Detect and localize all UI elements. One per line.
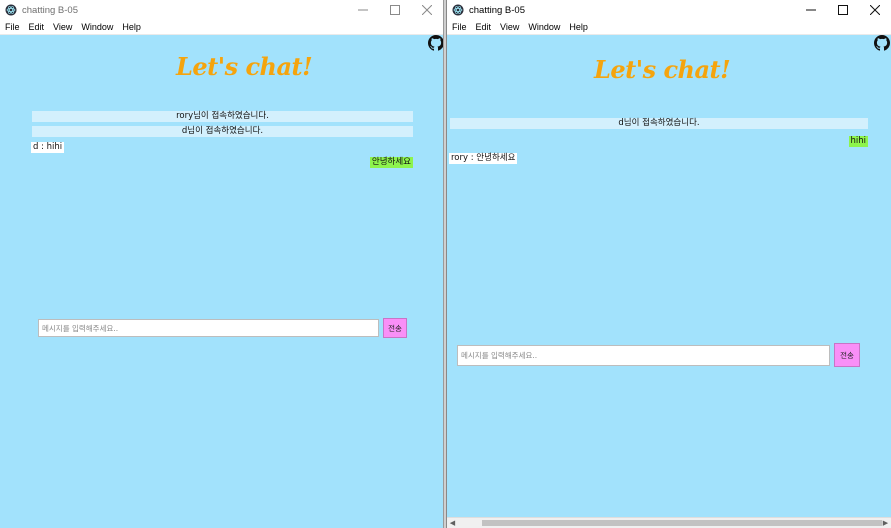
scroll-left-icon[interactable]: ◀ bbox=[447, 518, 458, 528]
maximize-button[interactable] bbox=[827, 0, 859, 20]
minimize-button[interactable] bbox=[795, 0, 827, 20]
minimize-icon bbox=[806, 9, 816, 11]
menu-window[interactable]: Window bbox=[81, 22, 113, 32]
logo-text: Let's chat! bbox=[176, 52, 313, 81]
menu-bar: File Edit View Window Help bbox=[0, 20, 443, 35]
notice-message: d님이 접속하였습니다. bbox=[450, 118, 868, 129]
close-button[interactable] bbox=[411, 0, 443, 20]
maximize-icon bbox=[838, 5, 848, 15]
minimize-icon bbox=[358, 9, 368, 11]
message-input[interactable] bbox=[38, 319, 379, 337]
send-button[interactable]: 전송 bbox=[383, 318, 407, 338]
horizontal-scrollbar[interactable]: ◀ ▶ bbox=[447, 517, 891, 528]
outgoing-message: 안녕하세요 bbox=[369, 157, 413, 168]
close-button[interactable] bbox=[859, 0, 891, 20]
logo-text: Let's chat! bbox=[594, 55, 731, 84]
menu-edit[interactable]: Edit bbox=[29, 22, 45, 32]
menu-help[interactable]: Help bbox=[122, 22, 141, 32]
incoming-message: rory : 안녕하세요 bbox=[449, 153, 518, 164]
menu-edit[interactable]: Edit bbox=[476, 22, 492, 32]
outgoing-message: hihi bbox=[848, 136, 868, 147]
chat-window-left: chatting B-05 File Edit View Window Help… bbox=[0, 0, 444, 528]
app-icon bbox=[5, 4, 17, 16]
title-bar[interactable]: chatting B-05 bbox=[447, 0, 891, 20]
minimize-button[interactable] bbox=[347, 0, 379, 20]
menu-bar: File Edit View Window Help bbox=[447, 20, 891, 35]
close-icon bbox=[870, 5, 880, 15]
github-icon[interactable] bbox=[428, 35, 444, 51]
notice-message: rory님이 접속하였습니다. bbox=[32, 111, 413, 122]
window-title: chatting B-05 bbox=[469, 4, 525, 16]
chat-window-right: chatting B-05 File Edit View Window Help… bbox=[446, 0, 891, 528]
title-bar[interactable]: chatting B-05 bbox=[0, 0, 443, 20]
notice-message: d님이 접속하였습니다. bbox=[32, 126, 413, 137]
send-button[interactable]: 전송 bbox=[834, 343, 860, 367]
message-input[interactable] bbox=[457, 345, 830, 366]
github-icon[interactable] bbox=[874, 35, 890, 51]
menu-view[interactable]: View bbox=[53, 22, 72, 32]
close-icon bbox=[422, 5, 432, 15]
menu-view[interactable]: View bbox=[500, 22, 519, 32]
app-icon bbox=[452, 4, 464, 16]
maximize-button[interactable] bbox=[379, 0, 411, 20]
menu-help[interactable]: Help bbox=[569, 22, 588, 32]
menu-file[interactable]: File bbox=[5, 22, 20, 32]
menu-window[interactable]: Window bbox=[528, 22, 560, 32]
menu-file[interactable]: File bbox=[452, 22, 467, 32]
incoming-message: d : hihi bbox=[31, 142, 65, 153]
maximize-icon bbox=[390, 5, 400, 15]
scrollbar-thumb[interactable] bbox=[482, 520, 882, 526]
scroll-right-icon[interactable]: ▶ bbox=[880, 518, 891, 528]
window-title: chatting B-05 bbox=[22, 4, 78, 16]
